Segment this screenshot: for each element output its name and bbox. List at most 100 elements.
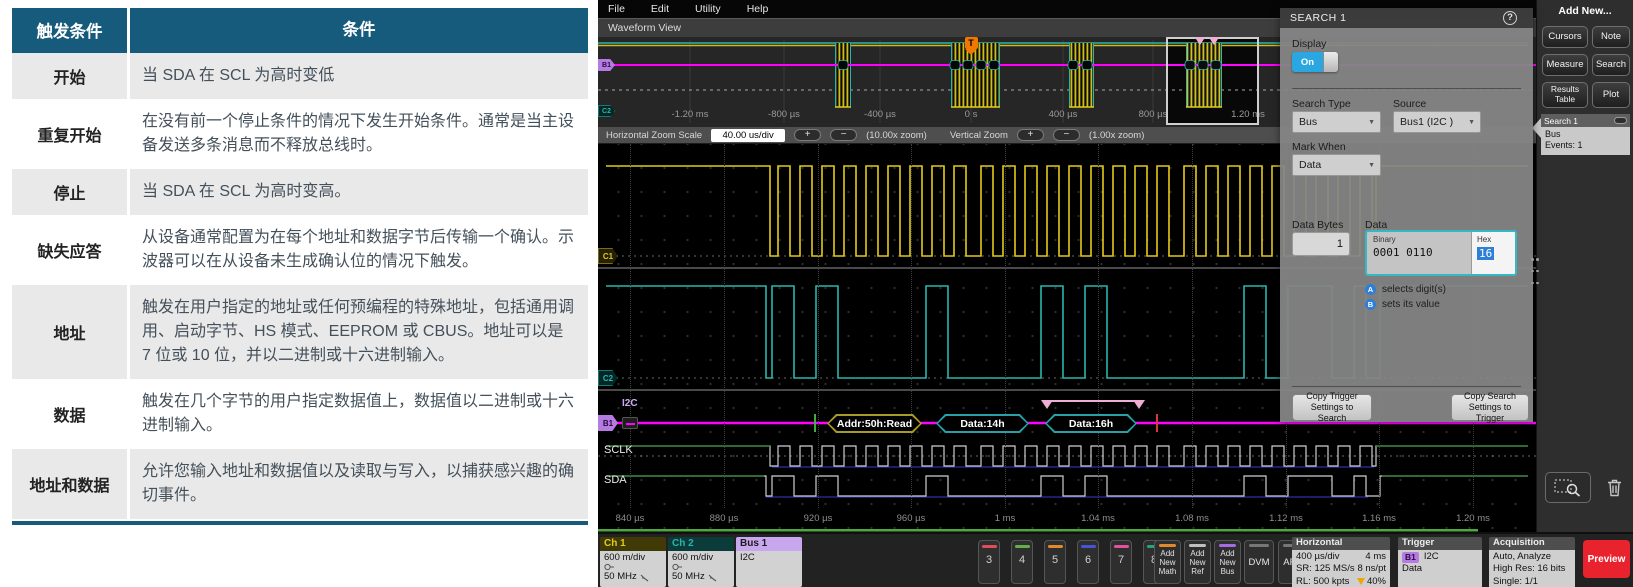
dvm-button[interactable]: DVM bbox=[1244, 540, 1274, 584]
gridline bbox=[911, 144, 912, 508]
zoom-axis-tick: 1.04 ms bbox=[1081, 513, 1115, 524]
channel-3-button[interactable]: 3 bbox=[978, 540, 1000, 584]
data-bytes-input[interactable]: 1 bbox=[1292, 232, 1350, 256]
acquisition-settings-badge[interactable]: Acquisition Auto, Analyze High Res: 16 b… bbox=[1489, 537, 1575, 587]
table-row: 停止当 SDA 在 SCL 为高时变高。 bbox=[12, 169, 588, 215]
search-type-dropdown[interactable]: Bus▼ bbox=[1292, 111, 1381, 133]
hex-value[interactable]: 16 bbox=[1477, 247, 1494, 260]
copy-trigger-to-search-button[interactable]: Copy Trigger Settings to Search bbox=[1292, 394, 1372, 421]
ch2-settings-badge[interactable]: Ch 2 600 m/div 50 MHz bbox=[668, 537, 734, 587]
menu-file[interactable]: File bbox=[608, 3, 625, 15]
binary-value[interactable]: 0001 0110 bbox=[1373, 246, 1471, 259]
zoom-tool-button[interactable] bbox=[1545, 472, 1591, 503]
results-table-button[interactable]: Results Table bbox=[1542, 82, 1588, 108]
zoom-window-box[interactable] bbox=[1166, 37, 1259, 125]
search-card-events: Events: 1 bbox=[1545, 140, 1626, 151]
sclk-label: SCLK bbox=[604, 444, 633, 456]
row-condition-desc: 当 SDA 在 SCL 为高时变高。 bbox=[130, 169, 588, 215]
decode-box-data1: Data:14h bbox=[936, 414, 1029, 433]
horizontal-settings-badge[interactable]: Horizontal 400 µs/div4 ms SR: 125 MS/s8 … bbox=[1292, 537, 1390, 587]
sda-label: SDA bbox=[604, 474, 627, 486]
chevron-down-icon: ▼ bbox=[1368, 119, 1375, 126]
vzoom-label: Vertical Zoom bbox=[950, 130, 1008, 141]
channel-4-button[interactable]: 4 bbox=[1011, 540, 1033, 584]
panel-drag-handle[interactable] bbox=[1531, 258, 1539, 284]
source-dropdown[interactable]: Bus1 (I2C )▼ bbox=[1393, 111, 1481, 133]
probe-icon bbox=[604, 563, 615, 571]
hzoom-label: Horizontal Zoom Scale bbox=[606, 130, 702, 141]
table-header-row: 触发条件 条件 bbox=[12, 8, 588, 53]
row-trigger-condition: 地址和数据 bbox=[12, 449, 130, 519]
mark-when-dropdown[interactable]: Data▼ bbox=[1292, 154, 1381, 176]
add-new-bus-button[interactable]: AddNewBus bbox=[1214, 540, 1241, 584]
hzoom-scale-input[interactable]: 40.00 us/div bbox=[711, 129, 785, 142]
plot-button[interactable]: Plot bbox=[1592, 82, 1630, 108]
vzoom-minus-button[interactable]: − bbox=[1053, 129, 1080, 141]
add-new-math-button[interactable]: AddNewMath bbox=[1154, 540, 1181, 584]
bottom-settings-bar: Ch 1 600 m/div 50 MHz Ch 2 600 m/div 50 … bbox=[598, 532, 1633, 587]
measure-button[interactable]: Measure bbox=[1542, 54, 1588, 76]
hint-b: B sets its value bbox=[1365, 299, 1440, 310]
trigger-marker[interactable]: T bbox=[963, 37, 979, 55]
channel-6-button[interactable]: 6 bbox=[1077, 540, 1099, 584]
display-toggle[interactable]: On bbox=[1292, 52, 1338, 72]
row-condition-desc: 在没有前一个停止条件的情况下发生开始条件。通常是当主设备发送多条消息而不释放总线… bbox=[130, 99, 588, 169]
search-mark-icon bbox=[1194, 37, 1206, 45]
search-mark-icon bbox=[1041, 400, 1053, 409]
table-header-trigger-condition: 触发条件 bbox=[12, 8, 130, 53]
trigger-settings-badge[interactable]: Trigger B1I2C Data bbox=[1398, 537, 1482, 587]
zoom-axis-tick: 960 µs bbox=[897, 513, 926, 524]
search-button[interactable]: Search bbox=[1592, 54, 1630, 76]
search1-panel-header[interactable]: SEARCH 1 bbox=[1280, 8, 1533, 28]
chevron-down-icon: ▼ bbox=[1368, 162, 1375, 169]
trigger-position-icon bbox=[1357, 578, 1365, 585]
menu-edit[interactable]: Edit bbox=[651, 3, 669, 15]
bus-type-label: I2C bbox=[622, 398, 638, 409]
menu-help[interactable]: Help bbox=[747, 3, 769, 15]
table-header-condition: 条件 bbox=[130, 8, 588, 53]
row-trigger-condition: 重复开始 bbox=[12, 99, 130, 169]
add-new-ref-button[interactable]: AddNewRef bbox=[1184, 540, 1211, 584]
row-condition-desc: 从设备通常配置为在每个地址和数据字节后传输一个确认。示波器可以在从设备未生成确认… bbox=[130, 215, 588, 285]
data-bytes-label: Data Bytes bbox=[1292, 219, 1343, 231]
hint-a: A selects digit(s) bbox=[1365, 284, 1446, 295]
row-trigger-condition: 地址 bbox=[12, 285, 130, 379]
row-trigger-condition: 停止 bbox=[12, 169, 130, 215]
screen: 触发条件 条件 开始当 SDA 在 SCL 为高时变低重复开始在没有前一个停止条… bbox=[0, 0, 1633, 587]
card-arrow-icon bbox=[1532, 118, 1541, 138]
row-condition-desc: 触发在用户指定的地址或任何预编程的特殊地址，包括通用调用、启动字节、HS 模式、… bbox=[130, 285, 588, 379]
row-trigger-condition: 数据 bbox=[12, 379, 130, 449]
data-value-input[interactable]: Binary 0001 0110 Hex 16 bbox=[1365, 230, 1517, 276]
search-result-bracket bbox=[1046, 400, 1140, 402]
zoom-axis-tick: 840 µs bbox=[616, 513, 645, 524]
bus-handle-icon bbox=[622, 417, 638, 429]
decode-box-data2: Data:16h bbox=[1045, 414, 1137, 433]
hzoom-plus-button[interactable]: + bbox=[794, 129, 821, 141]
preview-button[interactable]: Preview bbox=[1583, 540, 1630, 578]
menu-utility[interactable]: Utility bbox=[695, 3, 721, 15]
copy-search-to-trigger-button[interactable]: Copy Search Settings to Trigger bbox=[1451, 394, 1529, 421]
overview-axis-tick: -1.20 ms bbox=[672, 109, 709, 120]
gridline bbox=[1005, 144, 1006, 508]
trash-icon bbox=[1606, 478, 1623, 497]
delete-button[interactable] bbox=[1599, 472, 1629, 503]
divider bbox=[1292, 386, 1521, 387]
vzoom-plus-button[interactable]: + bbox=[1017, 129, 1044, 141]
table-row: 重复开始在没有前一个停止条件的情况下发生开始条件。通常是当主设备发送多条消息而不… bbox=[12, 99, 588, 169]
card-toggle-pill[interactable] bbox=[1614, 117, 1627, 124]
bandwidth-icon bbox=[708, 573, 718, 582]
ch1-settings-badge[interactable]: Ch 1 600 m/div 50 MHz bbox=[600, 537, 666, 587]
table-row: 数据触发在几个字节的用户指定数据值上，数据值以二进制或十六进制输入。 bbox=[12, 379, 588, 449]
help-icon[interactable]: ? bbox=[1503, 11, 1517, 25]
overview-axis-tick: -400 µs bbox=[864, 109, 896, 120]
waveform-view-title: Waveform View bbox=[608, 22, 681, 34]
search1-result-card[interactable]: Search 1 Bus Events: 1 bbox=[1541, 114, 1630, 155]
cursors-button[interactable]: Cursors bbox=[1542, 26, 1588, 48]
hzoom-minus-button[interactable]: − bbox=[830, 129, 857, 141]
channel-5-button[interactable]: 5 bbox=[1044, 540, 1066, 584]
bus1-settings-badge[interactable]: Bus 1 I2C bbox=[736, 537, 802, 587]
channel-7-button[interactable]: 7 bbox=[1110, 540, 1132, 584]
note-button[interactable]: Note bbox=[1592, 26, 1630, 48]
mark-when-label: Mark When bbox=[1292, 141, 1346, 153]
bus1-chip: B1 bbox=[1402, 552, 1419, 563]
